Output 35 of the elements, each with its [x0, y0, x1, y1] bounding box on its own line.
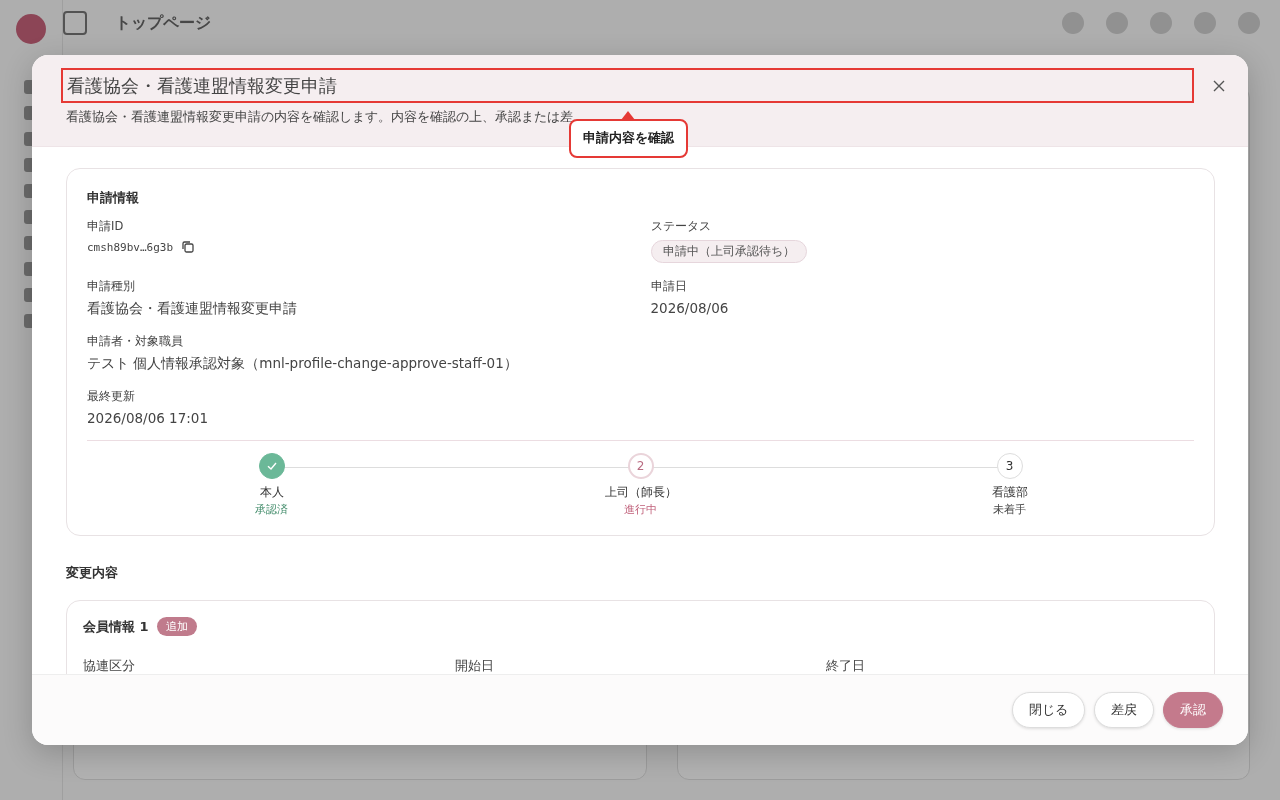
field-label: 申請者・対象職員 — [87, 334, 184, 349]
step-number: 2 — [627, 453, 654, 479]
dialog-title: 看護協会・看護連盟情報変更申請 — [67, 73, 337, 98]
card-title: 会員情報 1 — [83, 617, 149, 636]
page-title: トップページ — [115, 12, 211, 34]
field-label: 開始日 — [454, 658, 495, 674]
section-heading: 申請情報 — [87, 189, 140, 207]
step-status: 承認済 — [255, 503, 288, 517]
status-badge: 申請中（上司承認待ち） — [650, 240, 807, 263]
field-label: ステータス — [650, 219, 712, 234]
sidebar-toggle-icon[interactable] — [63, 11, 87, 35]
step-status: 進行中 — [624, 503, 657, 517]
tooltip: 申請内容を確認 — [569, 119, 688, 158]
action-button[interactable]: 差戻 — [1094, 692, 1154, 728]
step-status: 未着手 — [993, 503, 1026, 517]
field-label: 申請ID — [87, 219, 125, 234]
step-label: 本人 — [259, 485, 284, 500]
step-label: 看護部 — [991, 485, 1028, 500]
action-button[interactable]: 閉じる — [1012, 692, 1085, 728]
field-label: 最終更新 — [87, 389, 136, 404]
field-value: 看護協会・看護連盟情報変更申請 — [87, 300, 298, 318]
field-label: 申請日 — [650, 279, 688, 294]
field-label: 終了日 — [826, 658, 867, 674]
logo-icon — [16, 14, 46, 44]
field-value: テスト 個人情報承認対象（mnl-profile-change-approve-staff-01） — [87, 355, 519, 373]
field-label: 申請種別 — [87, 279, 136, 294]
copy-icon[interactable] — [181, 240, 196, 254]
field-label: 協連区分 — [83, 658, 136, 674]
added-badge: 追加 — [156, 617, 197, 636]
section-heading: 変更内容 — [66, 564, 119, 582]
field-value: cmsh89bv…6g3b — [87, 240, 174, 254]
field-value: 2026/08/06 — [650, 300, 730, 316]
step-number: 3 — [996, 453, 1023, 479]
step-label: 上司（師長） — [604, 485, 677, 500]
field-value: 2026/08/06 17:01 — [87, 410, 209, 426]
